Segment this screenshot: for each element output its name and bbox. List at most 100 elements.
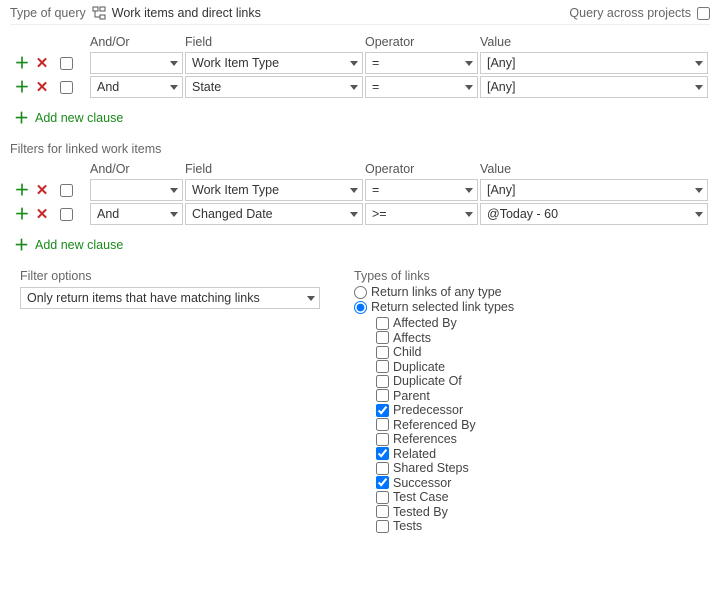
- link-type-item[interactable]: Duplicate Of: [376, 374, 710, 388]
- link-type-item[interactable]: References: [376, 432, 710, 446]
- link-type-checkbox[interactable]: [376, 433, 389, 446]
- clause-select-checkbox[interactable]: [60, 184, 73, 197]
- add-linked-clause-button[interactable]: ＋ Add new clause: [14, 234, 710, 255]
- chevron-down-icon: [350, 212, 358, 217]
- link-type-item[interactable]: Tests: [376, 519, 710, 533]
- direct-links-icon: [92, 6, 106, 20]
- link-type-checkbox[interactable]: [376, 317, 389, 330]
- link-type-item[interactable]: Shared Steps: [376, 461, 710, 475]
- insert-clause-icon[interactable]: ＋: [14, 55, 30, 71]
- linked-clauses-header: And/Or Field Operator Value: [10, 160, 710, 178]
- col-field: Field: [185, 162, 365, 176]
- value-select[interactable]: [Any]: [480, 179, 708, 201]
- cross-projects-checkbox[interactable]: [697, 7, 710, 20]
- insert-clause-icon[interactable]: ＋: [14, 79, 30, 95]
- link-type-item[interactable]: Tested By: [376, 505, 710, 519]
- add-clause-label: Add new clause: [35, 238, 123, 252]
- col-value: Value: [480, 162, 710, 176]
- chevron-down-icon: [695, 188, 703, 193]
- operator-select[interactable]: =: [365, 52, 478, 74]
- link-types-label: Types of links: [354, 269, 710, 283]
- chevron-down-icon: [170, 188, 178, 193]
- field-value: Work Item Type: [192, 56, 279, 70]
- link-type-checkbox[interactable]: [376, 418, 389, 431]
- clause-select-checkbox[interactable]: [60, 57, 73, 70]
- radio-links-any-input[interactable]: [354, 286, 367, 299]
- chevron-down-icon: [465, 212, 473, 217]
- value-select[interactable]: [Any]: [480, 52, 708, 74]
- radio-links-selected-input[interactable]: [354, 301, 367, 314]
- chevron-down-icon: [465, 85, 473, 90]
- link-type-checkbox[interactable]: [376, 462, 389, 475]
- chevron-down-icon: [465, 188, 473, 193]
- radio-links-any[interactable]: Return links of any type: [354, 285, 710, 299]
- link-type-checkbox[interactable]: [376, 375, 389, 388]
- radio-links-any-label: Return links of any type: [371, 285, 502, 299]
- radio-links-selected-label: Return selected link types: [371, 300, 514, 314]
- link-type-item[interactable]: Duplicate: [376, 360, 710, 374]
- operator-value: >=: [372, 207, 387, 221]
- andor-value: And: [97, 80, 119, 94]
- link-type-label: Affected By: [393, 316, 457, 330]
- link-type-checkbox[interactable]: [376, 476, 389, 489]
- operator-value: =: [372, 183, 379, 197]
- field-select[interactable]: Work Item Type: [185, 52, 363, 74]
- operator-select[interactable]: =: [365, 76, 478, 98]
- linked-clause-row: ＋✕ And Changed Date >= @Today - 60: [10, 202, 710, 226]
- field-value: Changed Date: [192, 207, 273, 221]
- delete-clause-icon[interactable]: ✕: [34, 182, 50, 198]
- link-type-checkbox[interactable]: [376, 520, 389, 533]
- filter-options-select[interactable]: Only return items that have matching lin…: [20, 287, 320, 309]
- link-type-label: Shared Steps: [393, 461, 469, 475]
- link-type-checkbox[interactable]: [376, 360, 389, 373]
- link-type-checkbox[interactable]: [376, 346, 389, 359]
- delete-clause-icon[interactable]: ✕: [34, 79, 50, 95]
- andor-select[interactable]: [90, 52, 183, 74]
- chevron-down-icon: [307, 296, 315, 301]
- link-type-label: Predecessor: [393, 403, 463, 417]
- operator-select[interactable]: =: [365, 179, 478, 201]
- link-type-checkbox[interactable]: [376, 491, 389, 504]
- top-clauses-header: And/Or Field Operator Value: [10, 33, 710, 51]
- link-type-checkbox[interactable]: [376, 447, 389, 460]
- delete-clause-icon[interactable]: ✕: [34, 206, 50, 222]
- plus-icon: ＋: [14, 234, 29, 255]
- delete-clause-icon[interactable]: ✕: [34, 55, 50, 71]
- link-type-checkbox[interactable]: [376, 389, 389, 402]
- clause-select-checkbox[interactable]: [60, 208, 73, 221]
- link-type-item[interactable]: Predecessor: [376, 403, 710, 417]
- link-type-checkbox[interactable]: [376, 331, 389, 344]
- link-type-item[interactable]: Parent: [376, 389, 710, 403]
- operator-select[interactable]: >=: [365, 203, 478, 225]
- insert-clause-icon[interactable]: ＋: [14, 182, 30, 198]
- link-type-item[interactable]: Affected By: [376, 316, 710, 330]
- andor-select[interactable]: And: [90, 203, 183, 225]
- link-type-checkbox[interactable]: [376, 404, 389, 417]
- chevron-down-icon: [170, 212, 178, 217]
- link-type-item[interactable]: Referenced By: [376, 418, 710, 432]
- add-top-clause-button[interactable]: ＋ Add new clause: [14, 107, 710, 128]
- field-select[interactable]: Work Item Type: [185, 179, 363, 201]
- chevron-down-icon: [465, 61, 473, 66]
- andor-select[interactable]: [90, 179, 183, 201]
- link-type-item[interactable]: Related: [376, 447, 710, 461]
- link-type-item[interactable]: Successor: [376, 476, 710, 490]
- link-type-label: Affects: [393, 331, 431, 345]
- col-operator: Operator: [365, 162, 480, 176]
- andor-value: [97, 56, 100, 70]
- insert-clause-icon[interactable]: ＋: [14, 206, 30, 222]
- link-type-label: Tested By: [393, 505, 448, 519]
- field-select[interactable]: Changed Date: [185, 203, 363, 225]
- link-type-item[interactable]: Test Case: [376, 490, 710, 504]
- add-clause-label: Add new clause: [35, 111, 123, 125]
- andor-select[interactable]: And: [90, 76, 183, 98]
- radio-links-selected[interactable]: Return selected link types: [354, 300, 710, 314]
- clause-select-checkbox[interactable]: [60, 81, 73, 94]
- link-type-checkbox[interactable]: [376, 505, 389, 518]
- value-select[interactable]: [Any]: [480, 76, 708, 98]
- link-type-item[interactable]: Affects: [376, 331, 710, 345]
- value-select[interactable]: @Today - 60: [480, 203, 708, 225]
- link-type-item[interactable]: Child: [376, 345, 710, 359]
- field-select[interactable]: State: [185, 76, 363, 98]
- col-andor: And/Or: [90, 35, 185, 49]
